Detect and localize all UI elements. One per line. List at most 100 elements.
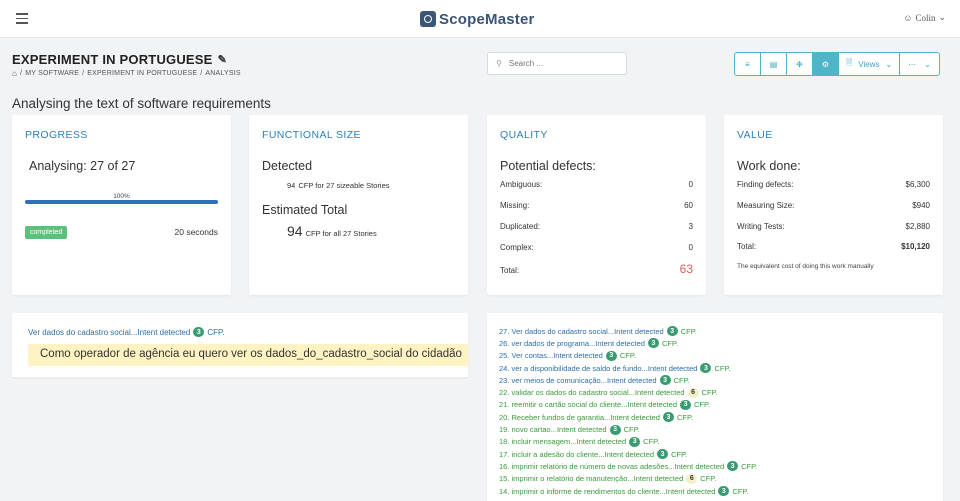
story-link[interactable]: 16. imprimir relatório de número de nova… <box>499 462 724 471</box>
value-amount: $6,300 <box>905 180 930 189</box>
progress-bar-fill <box>25 200 218 204</box>
cfp-badge: 3 <box>727 461 739 472</box>
value-total-row: Total: $10,120 <box>737 242 930 251</box>
list-item[interactable]: 24. ver a disponibilidade de saldo de fu… <box>499 362 757 374</box>
cfp-unit: CFP. <box>714 363 731 373</box>
defect-label: Complex: <box>500 243 534 252</box>
status-badge: completed <box>25 226 68 239</box>
story-detail-title: Ver dados do cadastro social...Intent de… <box>28 327 191 337</box>
cfp-badge: 6 <box>687 387 699 398</box>
story-link[interactable]: 22. validar os dados do cadastro social.… <box>499 388 685 397</box>
defect-total-value: 63 <box>679 262 693 276</box>
story-list-card: 27. Ver dados do cadastro social...Inten… <box>487 313 943 501</box>
story-link[interactable]: 18. incluir mensagem...Intent detected <box>499 437 626 446</box>
edit-pencil-icon[interactable]: ✎ <box>218 53 227 66</box>
cfp-badge: 3 <box>662 412 674 423</box>
defect-row: Complex: 0 <box>500 243 693 252</box>
cfp-unit: CFP. <box>680 326 697 336</box>
list-item[interactable]: 17. incluir a adesão do cliente...Intent… <box>499 448 757 460</box>
defect-label: Missing: <box>500 201 530 210</box>
story-link[interactable]: 24. ver a disponibilidade de saldo de fu… <box>499 364 697 373</box>
cfp-badge: 6 <box>686 473 698 484</box>
list-view-button[interactable]: ≡ <box>734 52 761 76</box>
chevron-down-icon: ⌄ <box>924 59 931 69</box>
user-menu[interactable]: ☺ Colin ⌄ <box>903 12 946 23</box>
progress-bar <box>25 200 218 204</box>
defect-label: Duplicated: <box>500 222 541 231</box>
cfp-badge: 3 <box>700 363 712 374</box>
card-title: PROGRESS <box>25 129 88 141</box>
views-dropdown[interactable]: 🗎 Views ⌄ <box>838 52 900 76</box>
defect-value: 0 <box>688 180 693 189</box>
cfp-unit: CFP. <box>700 474 717 484</box>
detected-value: 94 <box>287 181 296 190</box>
value-amount: $940 <box>912 201 930 210</box>
cfp-badge: 3 <box>718 486 730 496</box>
cfp-unit: CFP. <box>207 327 225 337</box>
table-view-button[interactable]: ▤ <box>760 52 787 76</box>
cfp-unit: CFP. <box>643 437 660 447</box>
bug-view-button[interactable]: ❉ <box>786 52 813 76</box>
list-item[interactable]: 27. Ver dados do cadastro social...Inten… <box>499 325 757 337</box>
cfp-badge: 3 <box>605 350 617 361</box>
list-item[interactable]: 15. imprimir o relatório de manutenção..… <box>499 473 757 485</box>
value-row: Writing Tests: $2,880 <box>737 222 930 231</box>
list-item[interactable]: 25. Ver contas...Intent detected 3 CFP. <box>499 350 757 362</box>
cfp-unit: CFP. <box>673 375 690 385</box>
card-title: QUALITY <box>500 129 548 141</box>
defect-row: Missing: 60 <box>500 201 693 210</box>
list-item[interactable]: 14. imprimir o informe de rendimentos do… <box>499 485 757 497</box>
defect-total-label: Total: <box>500 266 520 275</box>
list-item[interactable]: 23. ver meios de comunicação...Intent de… <box>499 374 757 386</box>
story-link[interactable]: 20. Receber fundos de garantia...Intent … <box>499 413 660 422</box>
list-item[interactable]: 19. novo cartao...Intent detected 3 CFP. <box>499 423 757 435</box>
cfp-unit: CFP. <box>741 461 758 471</box>
breadcrumb-item[interactable]: MY SOFTWARE <box>25 70 79 77</box>
analysis-view-button[interactable]: ⚙ <box>812 52 839 76</box>
cfp-unit: CFP. <box>694 400 711 410</box>
story-link[interactable]: 17. incluir a adesão do cliente...Intent… <box>499 450 654 459</box>
list-item[interactable]: 21. reemitir o cartão social do cliente.… <box>499 399 757 411</box>
logo-text: ScopeMaster <box>439 10 535 28</box>
defect-row: Ambiguous: 0 <box>500 180 693 189</box>
logo[interactable]: ScopeMaster <box>420 9 535 29</box>
list-item[interactable]: 26. ver dados de programa...Intent detec… <box>499 337 757 349</box>
card-title: FUNCTIONAL SIZE <box>262 129 361 141</box>
story-link[interactable]: 25. Ver contas...Intent detected <box>499 351 603 360</box>
list-item[interactable]: 20. Receber fundos de garantia...Intent … <box>499 411 757 423</box>
breadcrumb-item[interactable]: EXPERIMENT IN PORTUGUESE <box>87 70 197 77</box>
estimated-text: CFP for all 27 Stories <box>305 229 377 238</box>
value-note: The equivalent cost of doing this work m… <box>737 263 874 270</box>
menu-icon[interactable] <box>16 13 28 24</box>
home-icon[interactable]: ⌂ <box>12 69 17 78</box>
story-link[interactable]: 27. Ver dados do cadastro social...Inten… <box>499 327 664 336</box>
list-item[interactable]: 16. imprimir relatório de número de nova… <box>499 460 757 472</box>
search-input[interactable] <box>508 59 609 68</box>
list-item[interactable]: 22. validar os dados do cadastro social.… <box>499 386 757 398</box>
user-icon: ☺ <box>903 12 913 23</box>
card-title: VALUE <box>737 129 773 141</box>
cfp-badge: 3 <box>666 326 678 337</box>
page-title-text: EXPERIMENT IN PORTUGUESE <box>12 52 213 67</box>
defect-value: 60 <box>684 201 693 210</box>
story-link[interactable]: 21. reemitir o cartão social do cliente.… <box>499 400 677 409</box>
chevron-down-icon: ⌄ <box>938 12 946 22</box>
story-list: 27. Ver dados do cadastro social...Inten… <box>499 325 757 497</box>
value-amount: $2,880 <box>905 222 930 231</box>
story-link[interactable]: 26. ver dados de programa...Intent detec… <box>499 339 645 348</box>
more-options-dropdown[interactable]: ⋯ ⌄ <box>899 52 940 76</box>
story-link[interactable]: 14. imprimir o informe de rendimentos do… <box>499 487 715 496</box>
story-detail-link[interactable]: Ver dados do cadastro social...Intent de… <box>28 327 225 337</box>
story-link[interactable]: 23. ver meios de comunicação...Intent de… <box>499 376 657 385</box>
progress-card: PROGRESS Analysing: 27 of 27 100% comple… <box>12 115 231 295</box>
value-card: VALUE Work done: Finding defects: $6,300… <box>724 115 943 295</box>
gear-icon: ⚙ <box>821 59 830 69</box>
cfp-unit: CFP. <box>619 351 636 361</box>
logo-icon <box>420 11 436 27</box>
story-text-highlight: Como operador de agência eu quero ver os… <box>28 344 468 366</box>
story-link[interactable]: 15. imprimir o relatório de manutenção..… <box>499 474 683 483</box>
list-item[interactable]: 18. incluir mensagem...Intent detected 3 C… <box>499 436 757 448</box>
functional-size-card: FUNCTIONAL SIZE Detected 94 CFP for 27 s… <box>249 115 468 295</box>
cfp-badge: 3 <box>659 375 671 386</box>
story-link[interactable]: 19. novo cartao...Intent detected <box>499 425 607 434</box>
